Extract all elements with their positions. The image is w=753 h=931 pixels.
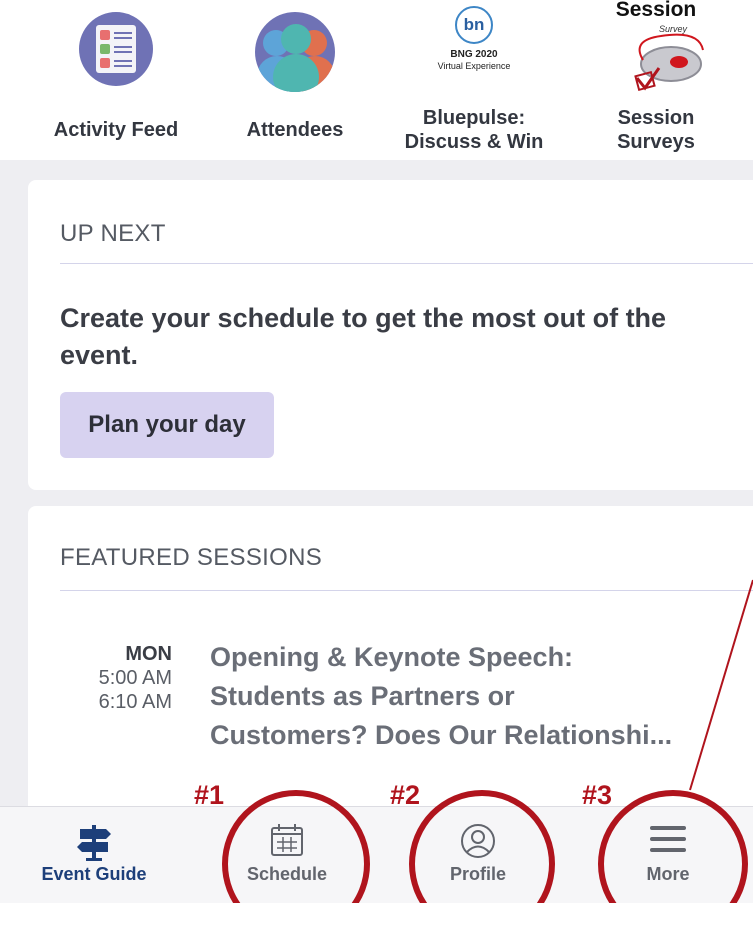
tab-label: Event Guide [41,864,147,884]
logo-line-1: BNG 2020 [450,49,498,60]
session-item[interactable]: MON 5:00 AM 6:10 AM Opening & Keynote Sp… [60,636,750,766]
session-end-time: 6:10 AM [98,691,172,713]
annotation-label-3: #3 [582,780,613,810]
quick-link-session-surveys[interactable]: Session Survey Session Surveys [576,0,736,160]
up-next-card: UP NEXT Create your schedule to get the … [28,180,753,490]
quick-link-label: Activity Feed [53,119,179,141]
up-next-message: Create your schedule to get the most out… [60,303,667,370]
attendees-icon [255,12,335,92]
quick-link-activity-feed[interactable]: Activity Feed [36,0,196,160]
logo-line-2: Virtual Experience [437,61,511,71]
quick-link-label: Attendees [246,119,344,141]
signpost-icon [77,825,111,861]
divider [60,590,753,591]
session-title-line: Customers? Does Our Relationshi... [210,720,673,750]
bluepulse-logo-mark: bn [455,6,493,44]
app-screen: Activity Feed Attendees bn BNG 2020 Virt… [0,0,753,903]
quick-link-attendees[interactable]: Attendees [215,0,375,160]
bluepulse-logo: bn BNG 2020 Virtual Experience [429,4,519,84]
quick-link-label: Bluepulse: Discuss & Win [404,107,544,153]
annotation-label-2: #2 [390,780,421,810]
session-title-line: Students as Partners or [210,681,515,711]
quick-link-label: Session Surveys [617,107,695,153]
session-survey-icon: Session Survey [601,0,711,100]
annotation-label-1: #1 [194,780,225,810]
quick-link-bluepulse[interactable]: bn BNG 2020 Virtual Experience Bluepulse… [394,0,554,160]
tab-event-guide[interactable]: Event Guide [0,807,188,903]
session-title: Opening & Keynote Speech: Students as Pa… [210,638,750,755]
session-title-line: Opening & Keynote Speech: [210,642,574,672]
session-start-time: 5:00 AM [98,667,172,689]
survey-mouse-graphic [634,33,704,92]
up-next-heading: UP NEXT [60,220,166,247]
divider [60,263,753,264]
session-time: MON 5:00 AM 6:10 AM [60,642,172,714]
session-day: MON [125,643,172,665]
featured-sessions-heading: FEATURED SESSIONS [60,544,323,571]
plan-your-day-button[interactable]: Plan your day [60,392,274,458]
quick-links-row: Activity Feed Attendees bn BNG 2020 Virt… [0,0,753,160]
activity-feed-icon [79,12,153,86]
